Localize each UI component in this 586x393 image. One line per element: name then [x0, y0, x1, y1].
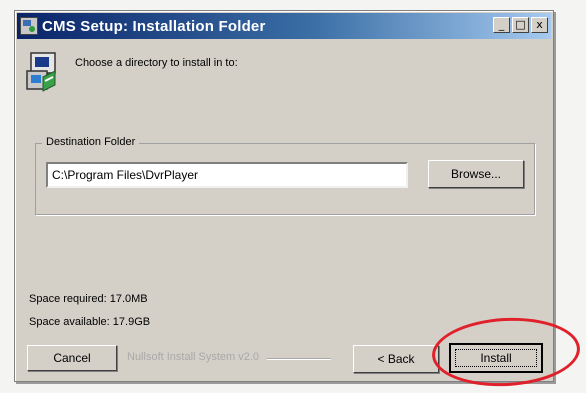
close-button[interactable]: x [531, 17, 548, 33]
space-available-text: Space available: 17.9GB [29, 316, 151, 328]
branding-divider [267, 358, 331, 359]
maximize-button[interactable]: □ [512, 17, 529, 33]
destination-path-input[interactable] [46, 162, 408, 188]
window-title: CMS Setup: Installation Folder [42, 17, 266, 35]
destination-folder-label: Destination Folder [42, 136, 140, 148]
installer-box-icon [25, 51, 65, 93]
minimize-button[interactable]: _ [493, 17, 510, 33]
header-area: Choose a directory to install in to: [17, 39, 551, 103]
title-bar[interactable]: CMS Setup: Installation Folder _ □ x [17, 13, 551, 39]
cancel-button[interactable]: Cancel [27, 345, 117, 371]
browse-button[interactable]: Browse... [428, 160, 524, 188]
window-controls: _ □ x [493, 17, 548, 33]
back-button[interactable]: < Back [353, 345, 439, 373]
destination-folder-group: Destination Folder Browse... [35, 136, 535, 215]
app-icon [20, 17, 38, 35]
space-required-text: Space required: 17.0MB [29, 293, 148, 305]
header-instruction: Choose a directory to install in to: [75, 57, 238, 69]
branding-text: Nullsoft Install System v2.0 [127, 351, 260, 363]
